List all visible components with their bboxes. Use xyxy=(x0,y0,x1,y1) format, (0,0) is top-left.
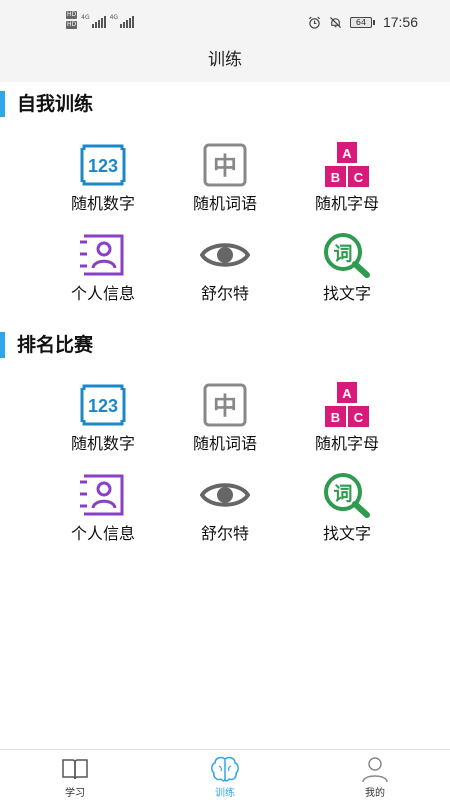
item-label: 舒尔特 xyxy=(200,524,249,543)
number-123-icon: 123 xyxy=(80,144,126,186)
item-label: 随机词语 xyxy=(192,434,257,453)
user-icon xyxy=(362,757,388,783)
eye-icon xyxy=(200,243,250,267)
abc-blocks-icon: A B C xyxy=(325,142,369,187)
item-label: 找文字 xyxy=(322,524,371,543)
abc-blocks-icon: A B C xyxy=(325,382,369,427)
header: 训练 xyxy=(0,44,450,82)
block-c-text: C xyxy=(354,170,364,185)
chinese-char-icon: 中 xyxy=(203,383,247,427)
item-label: 随机字母 xyxy=(314,194,379,213)
clock: 17:56 xyxy=(382,14,418,30)
section-header-self-training: 自我训练 xyxy=(0,90,450,118)
network-label-1: 4G xyxy=(81,14,90,21)
item-schulte[interactable]: 舒尔特 xyxy=(170,232,280,312)
nav-label: 学习 xyxy=(65,788,85,799)
contact-card-icon xyxy=(80,474,124,516)
item-label: 个人信息 xyxy=(70,524,135,543)
char-icon-text: 中 xyxy=(213,392,237,420)
block-a-text: A xyxy=(342,386,352,401)
number-icon-text: 123 xyxy=(88,156,118,176)
section-title: 排名比赛 xyxy=(17,334,94,356)
item-find-words[interactable]: 词 找文字 xyxy=(292,232,402,312)
search-icon-text: 词 xyxy=(333,483,352,505)
section-accent-bar xyxy=(0,332,5,358)
book-icon xyxy=(62,759,88,780)
number-icon-text: 123 xyxy=(88,396,118,416)
signal-area: HD HD 4G 4G xyxy=(66,11,135,29)
item-random-words[interactable]: 中 随机词语 xyxy=(170,382,280,462)
item-label: 随机数字 xyxy=(70,194,135,213)
item-random-letters[interactable]: A B C 随机字母 xyxy=(292,142,402,222)
search-word-icon: 词 xyxy=(324,233,370,278)
battery-icon: 64 xyxy=(349,16,375,28)
contact-card-icon xyxy=(80,234,124,276)
hd-badge-2: HD xyxy=(66,21,78,29)
block-a-text: A xyxy=(342,146,352,161)
nav-study[interactable]: 学习 xyxy=(20,750,130,800)
nav-label: 训练 xyxy=(215,788,235,799)
brain-icon xyxy=(211,756,239,782)
item-personal-info[interactable]: 个人信息 xyxy=(48,472,158,552)
signal-icon-2: 4G xyxy=(109,14,135,28)
item-random-number[interactable]: 123 随机数字 xyxy=(48,382,158,462)
nav-mine[interactable]: 我的 xyxy=(320,750,430,800)
section-header-ranking: 排名比赛 xyxy=(0,331,450,359)
item-random-number[interactable]: 123 随机数字 xyxy=(48,142,158,222)
item-label: 找文字 xyxy=(322,284,371,303)
block-b-text: B xyxy=(331,410,340,425)
item-label: 随机字母 xyxy=(314,434,379,453)
item-schulte[interactable]: 舒尔特 xyxy=(170,472,280,552)
status-bar: HD HD 4G 4G 64 17:56 xyxy=(0,0,450,44)
battery-level: 64 xyxy=(349,16,372,28)
block-b-text: B xyxy=(331,170,340,185)
item-label: 舒尔特 xyxy=(200,284,249,303)
item-random-letters[interactable]: A B C 随机字母 xyxy=(292,382,402,462)
item-find-words[interactable]: 词 找文字 xyxy=(292,472,402,552)
section-accent-bar xyxy=(0,91,5,117)
eye-icon xyxy=(200,483,250,507)
alarm-icon xyxy=(308,16,320,29)
section-title: 自我训练 xyxy=(17,93,94,115)
item-personal-info[interactable]: 个人信息 xyxy=(48,232,158,312)
nav-training[interactable]: 训练 xyxy=(170,750,280,800)
item-label: 随机数字 xyxy=(70,434,135,453)
item-random-words[interactable]: 中 随机词语 xyxy=(170,142,280,222)
network-label-2: 4G xyxy=(109,14,119,21)
signal-icon-1: 4G xyxy=(81,14,106,28)
item-label: 个人信息 xyxy=(70,284,135,303)
chinese-char-icon: 中 xyxy=(203,143,247,187)
search-word-icon: 词 xyxy=(324,473,370,518)
mute-icon xyxy=(329,16,341,28)
number-123-icon: 123 xyxy=(80,384,126,426)
hd-badge-1: HD xyxy=(66,11,78,19)
bottom-nav: 学习 训练 我的 xyxy=(0,749,450,800)
char-icon-text: 中 xyxy=(213,152,237,180)
page-title: 训练 xyxy=(208,50,242,70)
block-c-text: C xyxy=(354,410,364,425)
item-label: 随机词语 xyxy=(192,194,257,213)
search-icon-text: 词 xyxy=(333,243,352,265)
nav-label: 我的 xyxy=(365,788,385,799)
